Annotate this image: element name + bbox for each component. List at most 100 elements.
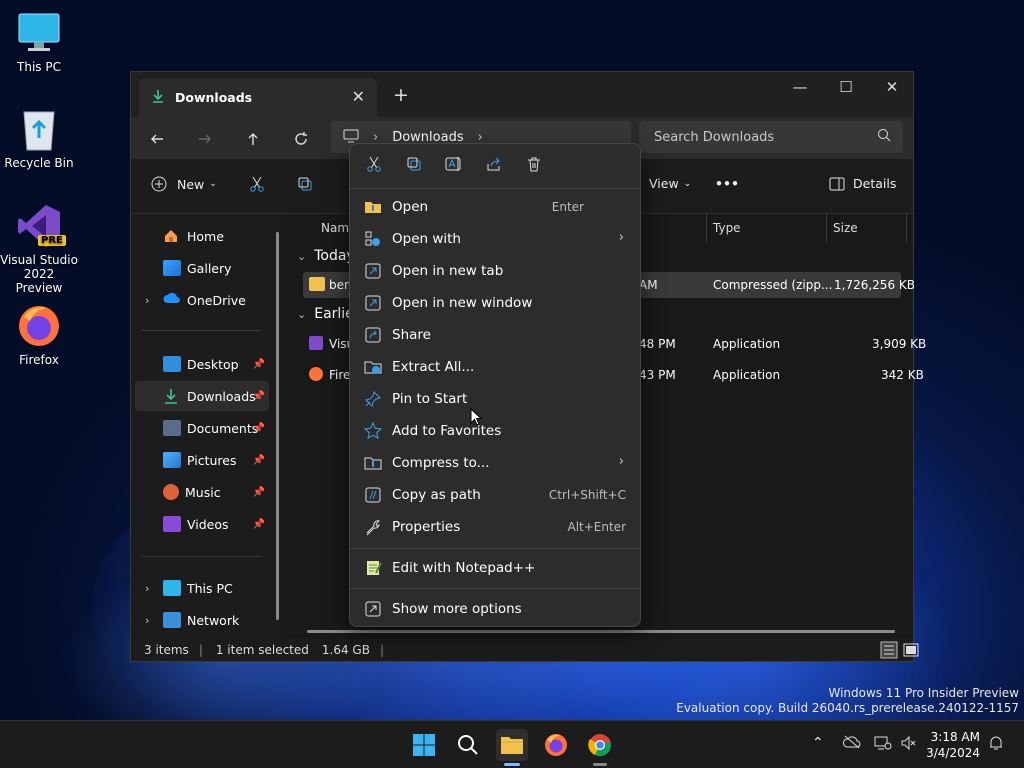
column-header-size[interactable]: Size [833, 214, 858, 242]
cut-button[interactable] [249, 176, 265, 192]
share-quick-action[interactable] [480, 152, 508, 176]
menu-item-open-in-new-tab[interactable]: Open in new tab [354, 256, 636, 286]
copy-path-icon [364, 486, 382, 504]
view-button[interactable]: View ⌄ [649, 176, 691, 191]
details-button[interactable]: Details [829, 176, 896, 191]
menu-item-label: Open [392, 199, 429, 215]
copy-icon [407, 157, 421, 171]
minimize-button[interactable]: — [777, 72, 823, 102]
back-button[interactable] [145, 127, 169, 151]
more-options-button[interactable]: ••• [715, 176, 739, 191]
pin-icon[interactable]: 📌 [253, 359, 265, 370]
windows-logo-icon [413, 734, 435, 756]
pin-icon[interactable]: 📌 [253, 391, 265, 402]
desktop-icon-label: Recycle Bin [4, 156, 74, 170]
details-view-icon[interactable] [880, 641, 898, 662]
column-divider[interactable] [706, 214, 707, 242]
tab-downloads[interactable]: Downloads ✕ [139, 78, 377, 117]
notifications-bell-icon[interactable] [988, 735, 1004, 755]
sidebar-item-gallery[interactable]: Gallery [135, 253, 269, 283]
details-pane-icon [829, 177, 845, 190]
volume-muted-icon[interactable] [900, 735, 916, 755]
tab-strip: Downloads ✕ + — ☐ ✕ [131, 72, 913, 117]
chevron-right-icon[interactable]: › [145, 582, 149, 595]
system-clock[interactable]: 3:18 AM 3/4/2024 [924, 729, 980, 761]
sidebar-item-home[interactable]: Home [135, 221, 269, 251]
menu-item-extract-all[interactable]: Extract All... [354, 352, 636, 382]
delete-icon [528, 157, 540, 172]
taskbar-firefox[interactable] [540, 729, 572, 761]
show-hidden-icons-button[interactable]: ⌃ [812, 735, 824, 751]
scissors-icon [250, 176, 264, 192]
menu-item-share[interactable]: Share [354, 320, 636, 350]
chevron-right-icon[interactable]: › [145, 614, 149, 627]
menu-item-properties[interactable]: Properties Alt+Enter [354, 512, 636, 542]
sidebar-item-desktop[interactable]: Desktop 📌 [135, 349, 269, 379]
sidebar-scrollbar[interactable] [276, 232, 279, 620]
desktop-icon-visual-studio[interactable]: PRE Visual Studio 2022 Preview [0, 203, 78, 295]
close-window-button[interactable]: ✕ [869, 72, 915, 102]
monitor-icon [16, 10, 62, 56]
copy-quick-action[interactable] [400, 152, 428, 176]
onedrive-offline-icon[interactable] [843, 735, 861, 753]
cut-quick-action[interactable] [360, 152, 388, 176]
network-status-icon[interactable] [874, 735, 892, 755]
forward-button[interactable] [193, 127, 217, 151]
menu-item-open[interactable]: Open Enter [354, 192, 636, 222]
firefox-icon [16, 303, 62, 349]
more-options-icon [364, 600, 382, 618]
menu-item-open-with[interactable]: Open with › [354, 224, 636, 254]
chevron-down-icon: ⌄ [209, 179, 217, 189]
visual-studio-icon: PRE [16, 203, 66, 249]
sidebar-item-label: Documents [187, 420, 259, 436]
sidebar-item-videos[interactable]: Videos 📌 [135, 509, 269, 539]
desktop-icon-firefox[interactable]: Firefox [0, 303, 78, 367]
menu-item-pin-to-start[interactable]: Pin to Start [354, 384, 636, 414]
visual-studio-icon [309, 336, 323, 350]
status-bar: 3 items | 1 item selected 1.64 GB | [131, 639, 919, 662]
new-label: New [177, 176, 205, 192]
taskbar-file-explorer[interactable] [496, 729, 528, 761]
up-button[interactable] [241, 127, 265, 151]
sidebar-item-this-pc[interactable]: › This PC [135, 573, 269, 603]
menu-item-open-in-new-window[interactable]: Open in new window [354, 288, 636, 318]
pin-icon[interactable]: 📌 [253, 423, 265, 434]
rename-quick-action[interactable] [440, 152, 468, 176]
pin-icon[interactable]: 📌 [253, 519, 265, 530]
new-button[interactable]: New ⌄ [151, 176, 217, 192]
status-selected: 1 item selected [215, 643, 309, 657]
copy-button[interactable] [297, 176, 313, 192]
column-divider[interactable] [906, 214, 907, 242]
sidebar-item-music[interactable]: Music 📌 [135, 477, 269, 507]
menu-item-copy-as-path[interactable]: Copy as path Ctrl+Shift+C [354, 480, 636, 510]
start-button[interactable] [408, 729, 440, 761]
sidebar-item-pictures[interactable]: Pictures 📌 [135, 445, 269, 475]
tiles-view-icon[interactable] [902, 641, 920, 662]
tab-close-button[interactable]: ✕ [352, 87, 365, 106]
search-icon [458, 735, 478, 755]
desktop-icon-recycle-bin[interactable]: Recycle Bin [0, 106, 78, 170]
column-divider[interactable] [826, 214, 827, 242]
maximize-button[interactable]: ☐ [823, 72, 869, 102]
sidebar-item-documents[interactable]: Documents 📌 [135, 413, 269, 443]
pin-icon[interactable]: 📌 [253, 487, 265, 498]
menu-item-compress-to[interactable]: Compress to... › [354, 448, 636, 478]
chevron-right-icon[interactable]: › [145, 294, 149, 307]
menu-item-show-more-options[interactable]: Show more options [354, 594, 636, 624]
menu-item-add-to-favorites[interactable]: Add to Favorites [354, 416, 636, 446]
sidebar-item-onedrive[interactable]: › OneDrive [135, 285, 269, 315]
horizontal-scrollbar[interactable] [307, 630, 895, 633]
sidebar-item-network[interactable]: › Network [135, 605, 269, 635]
delete-quick-action[interactable] [520, 152, 548, 176]
desktop-icon-this-pc[interactable]: This PC [0, 10, 78, 74]
new-tab-button[interactable]: + [393, 84, 409, 106]
taskbar-chrome[interactable] [584, 729, 616, 761]
pin-icon[interactable]: 📌 [253, 455, 265, 466]
search-input[interactable]: Search Downloads [639, 121, 903, 153]
search-button[interactable] [452, 729, 484, 761]
refresh-button[interactable] [289, 127, 313, 151]
sidebar-item-downloads[interactable]: Downloads 📌 [135, 381, 269, 411]
group-today[interactable]: ⌄ Today [297, 248, 355, 264]
column-header-type[interactable]: Type [713, 214, 741, 242]
menu-item-edit-with-notepadpp[interactable]: Edit with Notepad++ [354, 553, 636, 583]
